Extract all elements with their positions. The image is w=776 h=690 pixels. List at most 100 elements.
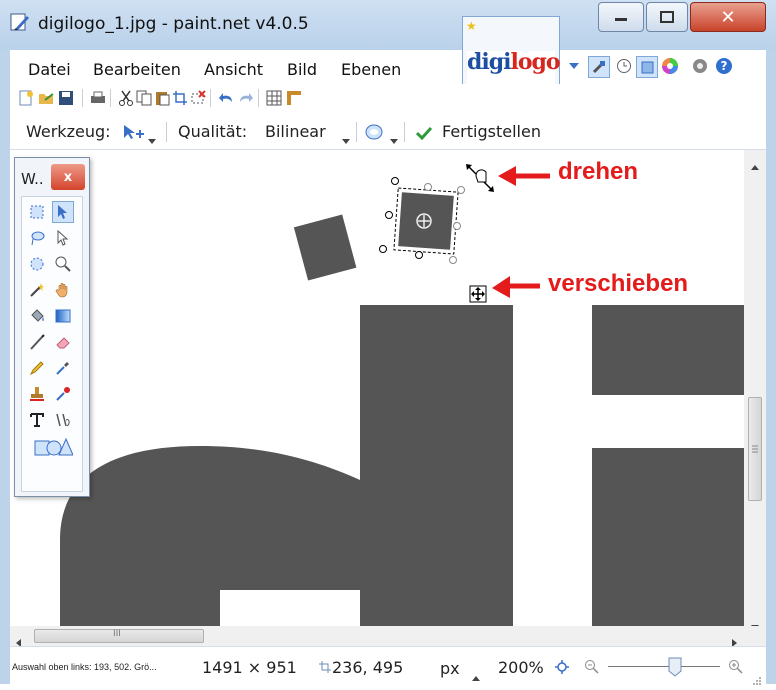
new-image-icon[interactable] [18, 90, 34, 106]
magic-wand-tool-icon[interactable] [26, 279, 48, 301]
tools-floating-window[interactable]: W.. x [14, 157, 90, 497]
close-icon: ✕ [720, 6, 736, 28]
vertical-scrollbar[interactable] [744, 150, 766, 630]
print-icon[interactable] [90, 90, 106, 106]
undo-icon[interactable] [218, 90, 234, 106]
clone-stamp-tool-icon[interactable] [26, 383, 48, 405]
logo-letter-d [60, 305, 513, 626]
window-title: digilogo_1.jpg - paint.net v4.0.5 [38, 14, 309, 34]
text-tool-icon[interactable] [26, 409, 48, 431]
cut-icon[interactable] [118, 90, 134, 106]
help-icon[interactable]: ? [714, 56, 734, 76]
scroll-corner [744, 626, 766, 646]
quality-label: Qualität: [178, 122, 248, 141]
settings-gear-icon[interactable] [690, 56, 710, 76]
menu-bearbeiten[interactable]: Bearbeiten [93, 60, 181, 79]
unit-dropdown-arrow-icon[interactable] [472, 667, 480, 686]
line-curve-tool-icon[interactable] [52, 409, 74, 431]
lasso-select-tool-icon[interactable] [26, 227, 48, 249]
move-selected-tool-icon[interactable] [122, 124, 144, 144]
selection-mode-icon[interactable] [364, 123, 384, 145]
zoom-level[interactable]: 200% [498, 658, 544, 677]
pencil-tool-icon[interactable] [26, 357, 48, 379]
rotated-square-shape [293, 214, 357, 281]
zoom-out-icon[interactable] [584, 659, 600, 679]
selection-mode-arrow-icon[interactable] [390, 130, 398, 149]
tools-window-icon[interactable] [588, 56, 610, 78]
move-annotation-arrow [492, 276, 540, 298]
unsaved-star-icon: ★ [466, 19, 477, 33]
toolbar-separator [258, 89, 259, 107]
unit-selector[interactable]: px [440, 659, 460, 678]
tools-window-close-button[interactable]: x [51, 164, 85, 190]
window-frame-right [766, 50, 776, 684]
maximize-button[interactable] [646, 2, 688, 32]
scroll-up-arrow-icon[interactable] [751, 156, 759, 175]
cursor-position-icon [318, 659, 332, 678]
layers-window-icon[interactable] [636, 56, 658, 78]
paste-icon[interactable] [154, 90, 170, 106]
resize-grip-icon[interactable] [752, 671, 762, 690]
zoom-slider-thumb[interactable] [668, 657, 682, 681]
vertical-scroll-thumb[interactable] [748, 397, 762, 501]
eraser-tool-icon[interactable] [52, 331, 74, 353]
deselect-icon[interactable] [190, 90, 206, 106]
quality-dropdown[interactable]: Bilinear [265, 122, 326, 141]
ellipse-select-tool-icon[interactable] [26, 253, 48, 275]
quality-dropdown-arrow-icon[interactable] [342, 130, 350, 149]
thumbnail-logo: digilogo [467, 49, 561, 75]
selected-square-shape[interactable] [393, 187, 459, 255]
grid-icon[interactable] [266, 90, 282, 106]
toolbar-separator [166, 122, 167, 142]
move-selection-tool-icon[interactable] [52, 227, 74, 249]
ruler-icon[interactable] [286, 90, 302, 106]
paintbrush-tool-icon[interactable] [26, 331, 48, 353]
menu-ebenen[interactable]: Ebenen [341, 60, 401, 79]
menu-ansicht[interactable]: Ansicht [204, 60, 263, 79]
status-bar: Auswahl oben links: 193, 502. Grö... 149… [10, 646, 766, 686]
rectangle-select-tool-icon[interactable] [26, 201, 48, 223]
paintnet-app-icon[interactable] [10, 12, 30, 32]
shapes-tool-icon[interactable] [30, 435, 76, 457]
pan-hand-tool-icon[interactable] [52, 279, 74, 301]
dropdown-arrow-icon[interactable] [564, 56, 584, 76]
tools-window-title: W.. [21, 170, 44, 188]
zoom-in-icon[interactable] [728, 659, 744, 679]
color-picker-tool-icon[interactable] [52, 357, 74, 379]
crop-to-selection-icon[interactable] [172, 90, 188, 106]
menu-bild[interactable]: Bild [287, 60, 317, 79]
recolor-tool-icon[interactable] [52, 383, 74, 405]
image-canvas[interactable]: drehen verschieben [10, 150, 744, 626]
main-toolbar [10, 84, 766, 114]
toolbar-separator [404, 122, 405, 142]
horizontal-scroll-thumb[interactable]: III [34, 629, 204, 643]
menu-datei[interactable]: Datei [28, 60, 71, 79]
cursor-position: 236, 495 [332, 658, 404, 677]
tool-options-bar: Werkzeug: Qualität: Bilinear Fertigstell… [10, 114, 766, 150]
finish-button[interactable]: Fertigstellen [442, 122, 541, 141]
save-icon[interactable] [58, 90, 74, 106]
scroll-grip: III [113, 629, 121, 639]
colors-wheel-icon[interactable] [660, 56, 680, 76]
gradient-tool-icon[interactable] [52, 305, 74, 327]
logo-letter-i-stem [592, 448, 744, 626]
move-selected-pixels-tool-icon[interactable] [52, 201, 74, 223]
svg-text:?: ? [721, 59, 728, 73]
toolbar-separator [82, 89, 83, 107]
open-folder-icon[interactable] [38, 90, 54, 106]
zoom-tool-icon[interactable] [52, 253, 74, 275]
toolbar-separator [110, 89, 111, 107]
zoom-slider-track[interactable] [608, 666, 720, 667]
rotate-annotation-label: drehen [558, 158, 639, 185]
toolbar-separator [210, 89, 211, 107]
copy-icon[interactable] [136, 90, 152, 106]
close-button[interactable]: ✕ [690, 2, 766, 32]
paint-bucket-tool-icon[interactable] [26, 305, 48, 327]
selection-info: Auswahl oben links: 193, 502. Grö... [12, 662, 157, 672]
checkmark-icon[interactable] [415, 125, 433, 144]
minimize-button[interactable] [598, 2, 644, 32]
history-clock-icon[interactable] [614, 56, 634, 76]
tool-dropdown-arrow-icon[interactable] [148, 130, 156, 149]
redo-icon[interactable] [238, 90, 254, 106]
zoom-fit-icon[interactable] [554, 659, 570, 679]
